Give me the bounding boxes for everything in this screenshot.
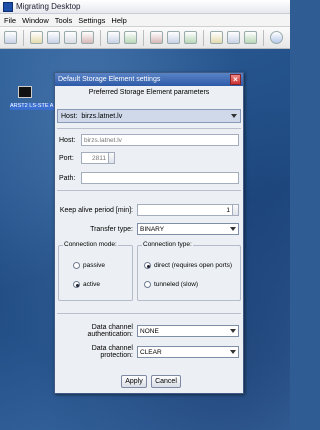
host-select[interactable]: Host: birzs.latnet.lv	[57, 109, 241, 123]
transfer-type-select[interactable]: BINARY	[137, 223, 239, 235]
chevron-down-icon[interactable]	[230, 350, 236, 354]
radio-passive[interactable]: passive	[73, 262, 105, 269]
storage-settings-dialog: Default Storage Element settings × Prefe…	[54, 72, 244, 394]
settings-icon[interactable]	[227, 31, 240, 44]
port-value: 2811	[92, 154, 106, 162]
radio-direct[interactable]: direct (requires open ports)	[144, 262, 232, 269]
port-stepper[interactable]	[108, 153, 114, 163]
toolbar-separator	[263, 29, 264, 46]
keep-alive-stepper[interactable]	[232, 205, 238, 215]
keep-alive-value: 1	[226, 206, 230, 214]
list-icon[interactable]	[124, 31, 137, 44]
protection-label: Data channel protection:	[91, 345, 133, 359]
transfer-icon[interactable]	[150, 31, 163, 44]
menu-file[interactable]: File	[4, 16, 16, 25]
connection-mode-group: Connection mode: passive active	[58, 241, 133, 301]
menu-settings[interactable]: Settings	[78, 16, 105, 25]
menu-help[interactable]: Help	[111, 16, 126, 25]
path-label: Path:	[59, 174, 76, 182]
radio-active[interactable]: active	[73, 281, 100, 288]
monitor-icon[interactable]	[184, 31, 197, 44]
path-field[interactable]	[81, 172, 239, 184]
port-field[interactable]: 2811	[81, 152, 115, 164]
divider	[57, 190, 241, 191]
toolbar-separator	[203, 29, 204, 46]
toolbar-separator	[23, 29, 24, 46]
open-folder-icon[interactable]	[30, 31, 43, 44]
toolbar	[0, 27, 290, 49]
new-icon[interactable]	[4, 31, 17, 44]
radio-button[interactable]	[144, 281, 151, 288]
divider	[57, 313, 241, 314]
keep-alive-label: Keep alive period [min]:	[59, 206, 133, 214]
app-logo-icon	[3, 1, 13, 12]
radio-tunneled-label: tunneled (slow)	[154, 281, 199, 288]
chevron-down-icon[interactable]	[231, 114, 237, 118]
connection-mode-title: Connection mode:	[63, 241, 118, 248]
auth-value: NONE	[140, 327, 159, 335]
print-icon[interactable]	[64, 31, 77, 44]
dialog-header: Preferred Storage Element parameters	[88, 89, 210, 96]
port-label: Port:	[59, 154, 74, 162]
grid-icon[interactable]	[81, 31, 94, 44]
chevron-down-icon[interactable]	[230, 227, 236, 231]
radio-tunneled[interactable]: tunneled (slow)	[144, 281, 198, 288]
auth-label: Data channel authentication:	[87, 324, 133, 338]
host-label: Host:	[59, 136, 76, 144]
edit-icon[interactable]	[210, 31, 223, 44]
connection-type-group: Connection type: direct (requires open p…	[137, 241, 241, 301]
radio-direct-label: direct (requires open ports)	[154, 262, 233, 269]
divider	[57, 128, 241, 129]
transfer-type-label: Transfer type:	[90, 225, 133, 233]
host-field[interactable]: birzs.latnet.lv	[81, 134, 239, 146]
save-icon[interactable]	[47, 31, 60, 44]
radio-button-selected[interactable]	[73, 281, 80, 288]
keep-alive-field[interactable]: 1	[137, 204, 239, 216]
menu-window[interactable]: Window	[22, 16, 49, 25]
globe-icon[interactable]	[270, 31, 283, 44]
storage-icon[interactable]	[167, 31, 180, 44]
dialog-title: Default Storage Element settings	[55, 73, 243, 86]
menu-tools[interactable]: Tools	[55, 16, 73, 25]
apply-button[interactable]: Apply	[121, 375, 147, 388]
transfer-type-value: BINARY	[140, 225, 165, 233]
user-icon[interactable]	[244, 31, 257, 44]
cancel-button[interactable]: Cancel	[151, 375, 181, 388]
app-title: Migrating Desktop	[16, 2, 81, 11]
protection-value: CLEAR	[140, 348, 162, 356]
host-select-value: birzs.latnet.lv	[81, 112, 123, 120]
document-icon[interactable]	[107, 31, 120, 44]
menu-bar: File Window Tools Settings Help	[0, 14, 290, 27]
host-select-label: Host:	[61, 112, 78, 120]
terminal-label[interactable]: ARST2 LS-STE A	[10, 103, 54, 110]
chevron-down-icon[interactable]	[230, 329, 236, 333]
app-titlebar: Migrating Desktop	[0, 0, 290, 14]
toolbar-separator	[143, 29, 144, 46]
terminal-icon[interactable]	[18, 86, 32, 98]
radio-active-label: active	[83, 281, 100, 288]
connection-type-title: Connection type:	[142, 241, 193, 248]
radio-passive-label: passive	[83, 262, 106, 269]
toolbar-separator	[100, 29, 101, 46]
radio-button-selected[interactable]	[144, 262, 151, 269]
radio-button[interactable]	[73, 262, 80, 269]
protection-select[interactable]: CLEAR	[137, 346, 239, 358]
auth-select[interactable]: NONE	[137, 325, 239, 337]
close-icon[interactable]: ×	[230, 74, 241, 85]
